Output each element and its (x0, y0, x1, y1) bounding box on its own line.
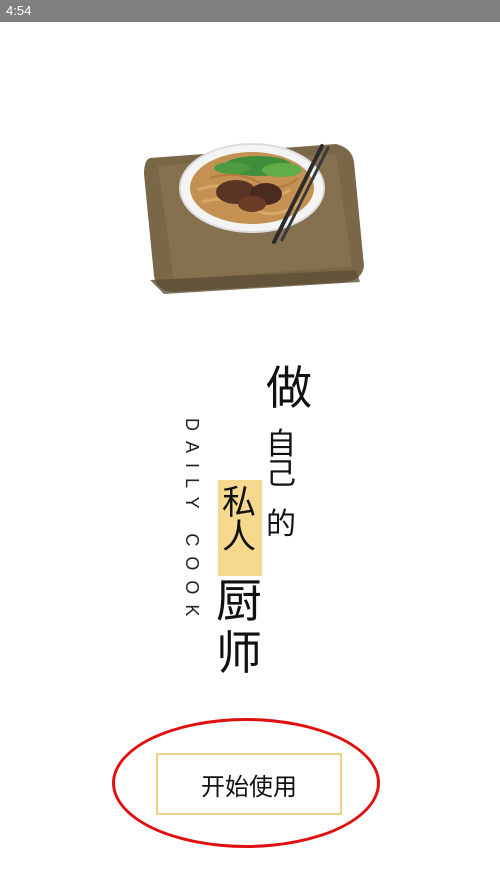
title-chars-ziji: 自己 (266, 427, 296, 492)
start-button[interactable]: 开始使用 (156, 753, 342, 815)
noodle-bowl-image (144, 143, 364, 294)
title-chars-siren: 私人 (222, 483, 256, 557)
title-char-shi: 师 (216, 626, 262, 680)
status-time: 4:54 (6, 3, 32, 18)
title-char-de: 的 (266, 507, 296, 542)
status-bar: 4:54 (0, 0, 500, 22)
daily-cook-title: DAILY COOK (182, 418, 202, 627)
title-char-zuo: 做 (266, 361, 312, 415)
title-char-chu: 厨 (216, 574, 262, 628)
